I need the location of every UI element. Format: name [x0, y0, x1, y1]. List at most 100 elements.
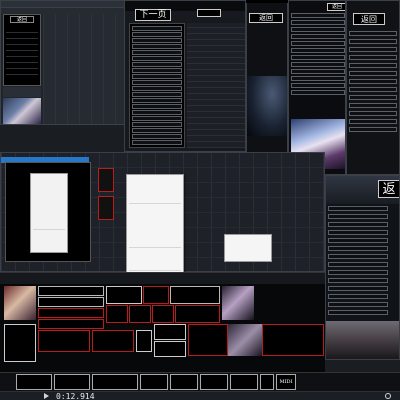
bottom-left-title-button[interactable] — [4, 324, 36, 362]
list-button[interactable] — [291, 62, 345, 67]
toolbar-button[interactable] — [260, 374, 274, 390]
list-button[interactable] — [132, 44, 182, 49]
red-banner-char-1[interactable] — [98, 168, 114, 192]
menu-item[interactable] — [31, 174, 67, 181]
menu-item[interactable] — [31, 194, 67, 201]
list-button[interactable] — [328, 270, 388, 275]
list-button[interactable] — [328, 262, 388, 267]
context-menu-item[interactable] — [127, 256, 183, 263]
list-button[interactable] — [132, 104, 182, 109]
toolbar-button[interactable] — [92, 374, 138, 390]
list-button[interactable] — [349, 119, 397, 124]
red-button[interactable] — [175, 305, 220, 323]
list-button[interactable] — [291, 83, 345, 88]
context-menu-item[interactable] — [127, 189, 183, 196]
list-button[interactable] — [132, 80, 182, 85]
list-button[interactable] — [132, 122, 182, 127]
list-button[interactable] — [291, 27, 345, 32]
menu-item[interactable] — [31, 181, 67, 188]
list-button[interactable] — [349, 39, 397, 44]
white-button[interactable] — [136, 330, 152, 352]
list-button[interactable] — [132, 62, 182, 67]
list-button[interactable] — [291, 76, 345, 81]
list-button[interactable] — [291, 20, 345, 25]
pink-button[interactable] — [170, 286, 220, 304]
list-button[interactable] — [328, 278, 388, 283]
list-button[interactable] — [328, 286, 388, 291]
context-menu-item[interactable] — [127, 249, 183, 256]
red-button[interactable] — [38, 330, 90, 352]
bottom-center-button[interactable] — [154, 341, 186, 357]
submenu-item[interactable] — [225, 242, 271, 249]
context-menu-item[interactable] — [127, 205, 183, 212]
list-button[interactable] — [291, 48, 345, 53]
list-button[interactable] — [291, 13, 345, 18]
list-button[interactable] — [132, 68, 182, 73]
toolbar-button[interactable] — [230, 374, 258, 390]
submenu-item[interactable] — [225, 235, 271, 242]
pink-button[interactable] — [38, 286, 104, 296]
return-button-preview[interactable]: 返回 — [249, 13, 283, 23]
list-button[interactable] — [328, 302, 388, 307]
list-button[interactable] — [349, 31, 397, 36]
toolbar-button[interactable] — [16, 374, 52, 390]
context-menu-item[interactable] — [127, 195, 183, 202]
search-icon[interactable] — [385, 393, 391, 399]
toolbar-button[interactable] — [170, 374, 198, 390]
toolbar-button[interactable] — [200, 374, 228, 390]
bottom-right-red-2[interactable] — [262, 324, 324, 356]
header-button-2[interactable] — [197, 9, 221, 17]
list-button[interactable] — [349, 71, 397, 76]
list-button[interactable] — [291, 90, 345, 95]
list-button[interactable] — [291, 34, 345, 39]
red-button[interactable] — [143, 286, 169, 304]
context-menu-item[interactable] — [127, 226, 183, 233]
red-banner-char-2[interactable] — [98, 196, 114, 220]
menu-item[interactable] — [31, 245, 67, 252]
submenu-item[interactable] — [225, 255, 271, 262]
list-button[interactable] — [349, 63, 397, 68]
list-button[interactable] — [328, 230, 388, 235]
submenu-item[interactable] — [225, 249, 271, 256]
list-button[interactable] — [328, 222, 388, 227]
right-list-return-button[interactable]: 返回 — [327, 3, 345, 11]
list-button[interactable] — [349, 79, 397, 84]
context-menu-item[interactable] — [127, 232, 183, 239]
list-button[interactable] — [132, 38, 182, 43]
red-button[interactable] — [106, 305, 128, 323]
list-button[interactable] — [132, 140, 182, 145]
list-button[interactable] — [349, 103, 397, 108]
list-button[interactable] — [132, 26, 182, 31]
list-button[interactable] — [132, 32, 182, 37]
red-button[interactable] — [38, 308, 104, 318]
list-button[interactable] — [132, 74, 182, 79]
far-right-return-button[interactable]: 返回 — [353, 13, 385, 25]
red-button[interactable] — [92, 330, 134, 352]
pink-button[interactable] — [38, 297, 104, 307]
list-button[interactable] — [328, 206, 388, 211]
list-button[interactable] — [132, 86, 182, 91]
context-menu-item[interactable] — [127, 219, 183, 226]
list-button[interactable] — [132, 56, 182, 61]
list-button[interactable] — [349, 47, 397, 52]
list-button[interactable] — [328, 294, 388, 299]
list-button[interactable] — [132, 116, 182, 121]
context-menu-item[interactable] — [127, 175, 183, 182]
context-menu-item[interactable] — [127, 239, 183, 246]
right-panel-return-button[interactable]: 返 — [378, 180, 399, 198]
list-button[interactable] — [349, 111, 397, 116]
bottom-right-red[interactable] — [188, 324, 228, 356]
list-button[interactable] — [328, 246, 388, 251]
list-button[interactable] — [328, 214, 388, 219]
play-icon[interactable] — [44, 393, 49, 399]
toolbar-button[interactable] — [140, 374, 168, 390]
menu-item[interactable] — [31, 222, 67, 229]
list-button[interactable] — [132, 50, 182, 55]
list-button[interactable] — [349, 127, 397, 132]
bottom-center-button[interactable] — [154, 324, 186, 340]
context-menu-item[interactable] — [127, 263, 183, 270]
list-button[interactable] — [132, 128, 182, 133]
menu-item[interactable] — [31, 231, 67, 238]
list-button[interactable] — [132, 110, 182, 115]
list-button[interactable] — [328, 310, 388, 315]
